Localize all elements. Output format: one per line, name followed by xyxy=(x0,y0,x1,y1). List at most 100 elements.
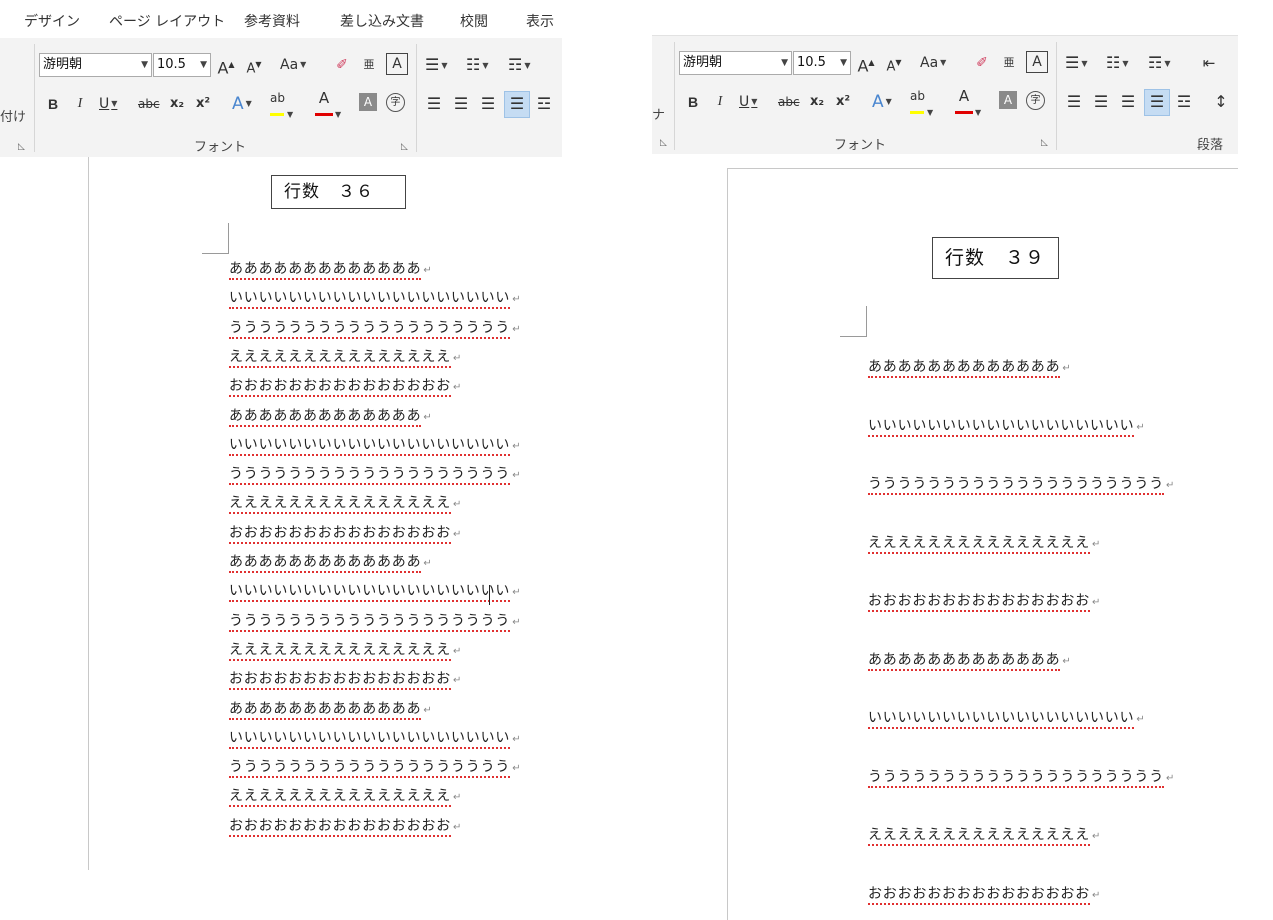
underline-button[interactable]: U ▼ xyxy=(739,90,757,114)
doc-line[interactable]: えええええええええええええええ ↵ xyxy=(229,492,462,515)
doc-line[interactable]: おおおおおおおおおおおおおおお ↵ xyxy=(868,590,1101,612)
multilevel-list-icon[interactable]: ☶ ▼ xyxy=(508,53,531,77)
numbering-icon[interactable]: ☷ ▼ xyxy=(1106,51,1129,75)
chevron-down-icon[interactable]: ▼ xyxy=(840,52,847,74)
superscript-button[interactable]: x² xyxy=(834,90,852,114)
align-right-icon[interactable]: ☰ xyxy=(1119,90,1137,114)
numbering-icon[interactable]: ☷ ▼ xyxy=(466,53,489,77)
bullets-icon[interactable]: ☰ ▼ xyxy=(425,53,448,77)
text-effects-button[interactable]: A ▼ xyxy=(872,90,892,114)
bold-button[interactable]: B xyxy=(44,92,62,116)
char-shading-button[interactable]: A xyxy=(999,91,1017,109)
shrink-font-button[interactable]: A▼ xyxy=(885,51,903,75)
tab-references[interactable]: 参考資料 xyxy=(244,11,300,31)
doc-line[interactable]: いいいいいいいいいいいいいいいいいいい ↵ xyxy=(229,580,521,603)
bullets-icon[interactable]: ☰ ▼ xyxy=(1065,51,1088,75)
bold-button[interactable]: B xyxy=(684,90,702,114)
strikethrough-button[interactable]: abc xyxy=(778,90,800,114)
font-name-combo[interactable]: 游明朝 ▼ xyxy=(39,53,152,77)
enclose-char-button[interactable]: 字 xyxy=(386,93,405,112)
doc-line[interactable]: あああああああああああああ ↵ xyxy=(229,698,433,720)
char-border-button[interactable]: A xyxy=(1026,51,1048,73)
line-spacing-icon[interactable]: ↕ xyxy=(1212,90,1230,114)
italic-button[interactable]: I xyxy=(71,92,89,116)
shrink-font-button[interactable]: A▼ xyxy=(245,53,263,77)
doc-line[interactable]: おおおおおおおおおおおおおおお ↵ xyxy=(868,883,1101,905)
highlight-button[interactable]: ab ▼ xyxy=(270,90,293,119)
tab-mailings[interactable]: 差し込み文書 xyxy=(340,11,424,31)
doc-line[interactable]: ううううううううううううううううううう ↵ xyxy=(229,610,521,632)
doc-line[interactable]: えええええええええええええええ ↵ xyxy=(229,785,462,808)
phonetic-guide-button[interactable]: 亜 xyxy=(1000,51,1018,75)
decrease-indent-icon[interactable]: ⇤ xyxy=(1200,51,1218,75)
doc-line[interactable]: あああああああああああああ ↵ xyxy=(868,356,1072,378)
highlight-button[interactable]: ab ▼ xyxy=(910,88,933,117)
font-dialog-launcher-icon[interactable]: ◺ xyxy=(401,142,408,152)
distribute-icon[interactable]: ☲ xyxy=(535,92,553,116)
doc-line[interactable]: いいいいいいいいいいいいいいいいいいい ↵ xyxy=(229,287,521,310)
font-color-button[interactable]: A ▼ xyxy=(955,88,981,117)
chevron-down-icon[interactable]: ▼ xyxy=(200,54,207,76)
doc-line[interactable]: いいいいいいいいいいいいいいいいいいい ↵ xyxy=(229,434,521,456)
doc-line[interactable]: あああああああああああああ ↵ xyxy=(229,258,433,280)
font-name-combo[interactable]: 游明朝 ▼ xyxy=(679,51,792,75)
enclose-char-button[interactable]: 字 xyxy=(1026,91,1045,110)
align-left-icon[interactable]: ☰ xyxy=(425,92,443,116)
doc-line[interactable]: ううううううううううううううううううう ↵ xyxy=(229,756,521,779)
italic-button[interactable]: I xyxy=(711,90,729,114)
tab-page-layout[interactable]: ページ レイアウト xyxy=(109,11,225,31)
doc-line[interactable]: あああああああああああああ ↵ xyxy=(229,405,433,427)
doc-line[interactable]: いいいいいいいいいいいいいいいいいい ↵ xyxy=(868,707,1146,729)
subscript-button[interactable]: x₂ xyxy=(168,92,186,116)
justify-icon[interactable]: ☰ xyxy=(504,91,530,118)
chevron-down-icon[interactable]: ▼ xyxy=(781,52,788,74)
doc-line[interactable]: おおおおおおおおおおおおおおお ↵ xyxy=(229,522,462,544)
clipboard-launcher-icon[interactable]: ◺ xyxy=(18,142,25,152)
phonetic-guide-button[interactable]: 亜 xyxy=(360,53,378,77)
grow-font-button[interactable]: A▲ xyxy=(217,53,235,77)
char-border-button[interactable]: A xyxy=(386,53,408,75)
underline-button[interactable]: U ▼ xyxy=(99,92,117,116)
multilevel-list-icon[interactable]: ☶ ▼ xyxy=(1148,51,1171,75)
subscript-button[interactable]: x₂ xyxy=(808,90,826,114)
font-size-combo[interactable]: 10.5 ▼ xyxy=(793,51,851,75)
doc-line[interactable]: えええええええええええええええ ↵ xyxy=(229,346,462,368)
doc-line[interactable]: おおおおおおおおおおおおおおお ↵ xyxy=(229,815,462,837)
doc-line[interactable]: おおおおおおおおおおおおおおお ↵ xyxy=(229,668,462,691)
align-left-icon[interactable]: ☰ xyxy=(1065,90,1083,114)
font-color-button[interactable]: A ▼ xyxy=(315,90,341,119)
clipboard-launcher-icon[interactable]: ◺ xyxy=(660,138,667,148)
doc-line[interactable]: あああああああああああああ ↵ xyxy=(229,551,433,573)
doc-line[interactable]: うううううううううううううううううううう ↵ xyxy=(868,473,1175,495)
align-right-icon[interactable]: ☰ xyxy=(479,92,497,116)
tab-review[interactable]: 校閲 xyxy=(460,11,488,31)
tab-design[interactable]: デザイン xyxy=(24,11,80,31)
doc-line[interactable]: あああああああああああああ ↵ xyxy=(868,649,1072,671)
doc-line[interactable]: ううううううううううううううううううう ↵ xyxy=(229,317,521,339)
clear-format-icon[interactable]: ✐ xyxy=(973,51,991,75)
doc-line[interactable]: うううううううううううううううううううう ↵ xyxy=(868,766,1175,788)
doc-line[interactable]: いいいいいいいいいいいいいいいいいい ↵ xyxy=(868,415,1146,437)
font-size-combo[interactable]: 10.5 ▼ xyxy=(153,53,211,77)
strikethrough-button[interactable]: abc xyxy=(138,92,160,116)
superscript-button[interactable]: x² xyxy=(194,92,212,116)
char-shading-button[interactable]: A xyxy=(359,93,377,111)
align-center-icon[interactable]: ☰ xyxy=(1092,90,1110,114)
font-dialog-launcher-icon[interactable]: ◺ xyxy=(1041,138,1048,148)
chevron-down-icon[interactable]: ▼ xyxy=(141,54,148,76)
doc-line[interactable]: ううううううううううううううううううう ↵ xyxy=(229,463,521,486)
doc-line[interactable]: おおおおおおおおおおおおおおお ↵ xyxy=(229,375,462,398)
doc-line[interactable]: えええええええええええええええ ↵ xyxy=(229,639,462,661)
doc-line[interactable]: いいいいいいいいいいいいいいいいいいい ↵ xyxy=(229,727,521,749)
change-case-button[interactable]: Aa ▼ xyxy=(920,51,946,75)
distribute-icon[interactable]: ☲ xyxy=(1175,90,1193,114)
align-center-icon[interactable]: ☰ xyxy=(452,92,470,116)
grow-font-button[interactable]: A▲ xyxy=(857,51,875,75)
doc-line[interactable]: えええええええええええええええ ↵ xyxy=(868,824,1101,846)
text-effects-button[interactable]: A ▼ xyxy=(232,92,252,116)
doc-line[interactable]: えええええええええええええええ ↵ xyxy=(868,532,1101,554)
justify-icon[interactable]: ☰ xyxy=(1144,89,1170,116)
clear-format-icon[interactable]: ✐ xyxy=(333,53,351,77)
tab-view[interactable]: 表示 xyxy=(526,11,554,31)
change-case-button[interactable]: Aa ▼ xyxy=(280,53,306,77)
